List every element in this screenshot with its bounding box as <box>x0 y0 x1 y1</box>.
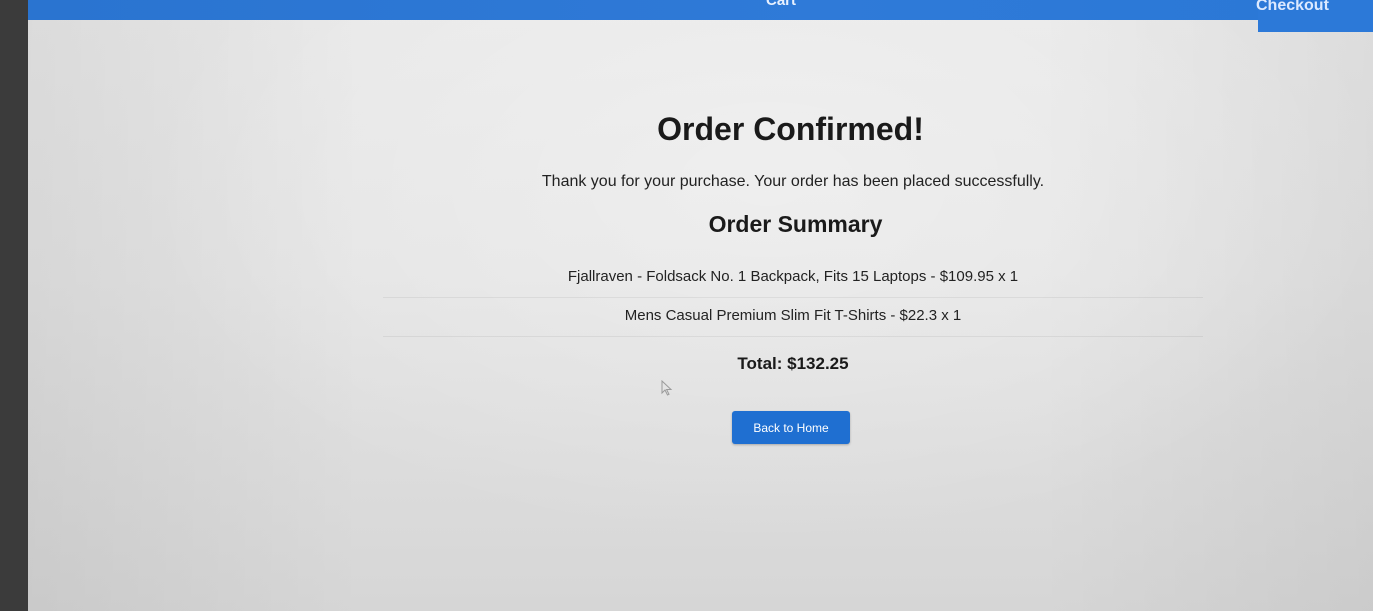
nav-checkout-link[interactable]: Checkout <box>1256 0 1329 15</box>
nav-cart-link[interactable]: Cart <box>766 0 796 9</box>
browser-viewport: Cart Checkout Order Confirmed! Thank you… <box>28 0 1373 611</box>
order-summary-heading: Order Summary <box>708 211 883 237</box>
mouse-pointer-icon <box>661 380 673 396</box>
item-divider <box>383 297 1203 298</box>
page-title: Order Confirmed! <box>657 111 924 147</box>
back-to-home-button[interactable]: Back to Home <box>732 411 850 444</box>
monitor-bezel <box>0 0 28 611</box>
confirmation-message: Thank you for your purchase. Your order … <box>541 173 1045 190</box>
order-item: Fjallraven - Foldsack No. 1 Backpack, Fi… <box>567 268 1019 285</box>
order-item: Mens Casual Premium Slim Fit T-Shirts - … <box>624 307 962 324</box>
order-total: Total: $132.25 <box>737 354 849 373</box>
item-divider <box>383 336 1203 337</box>
top-navbar <box>28 0 1373 20</box>
